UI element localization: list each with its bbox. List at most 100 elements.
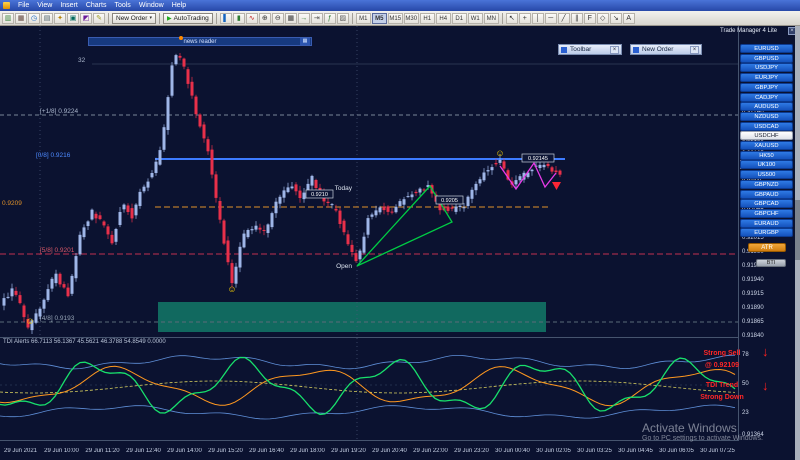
equidistant-channel-icon[interactable]: ∥ (570, 12, 583, 24)
symbol-button-gbpjpy[interactable]: GBPJPY (740, 82, 793, 92)
window-icon (561, 46, 567, 53)
profiles-icon[interactable]: ▦ (15, 12, 27, 24)
price-axis-label: 0.91865 (742, 319, 764, 325)
symbol-button-hk50[interactable]: HK50 (740, 150, 793, 160)
zoom-out-icon[interactable]: ⊖ (271, 12, 284, 24)
symbol-button-xauusd[interactable]: XAUUSD (740, 141, 793, 150)
timeframe-m15[interactable]: M15 (387, 12, 403, 24)
symbol-button-usdjpy[interactable]: USDJPY (740, 63, 793, 73)
menu-tools[interactable]: Tools (110, 2, 134, 9)
bar-chart-icon[interactable]: ▌ (219, 12, 232, 24)
vertical-scrollbar[interactable] (795, 26, 800, 460)
symbol-button-gbpcad[interactable]: GBPCAD (740, 199, 793, 209)
time-axis[interactable]: 29 Jun 2021 29 Jun 10:00 29 Jun 11:20 29 Ju… (0, 442, 738, 460)
news-marker-icon (179, 36, 183, 40)
signal-block: Strong Sell @ 0.92109 TDI Trend Strong D… (684, 348, 760, 404)
data-window-icon[interactable]: ▤ (41, 12, 53, 24)
svg-text:[0/8] 0.9216: [0/8] 0.9216 (36, 152, 71, 159)
menu-window[interactable]: Window (135, 2, 168, 9)
svg-text:32: 32 (78, 57, 86, 64)
toolbar-separator (501, 12, 503, 24)
symbol-button-eurusd[interactable]: EURUSD (740, 44, 793, 53)
svg-text:☺: ☺ (25, 316, 34, 326)
vertical-line-icon[interactable]: │ (531, 12, 544, 24)
tile-windows-icon[interactable]: ▦ (284, 12, 297, 24)
templates-icon[interactable]: ▨ (336, 12, 349, 24)
timeframe-h4[interactable]: H4 (435, 12, 451, 24)
menu-file[interactable]: File (14, 2, 33, 9)
cursor-icon[interactable]: ↖ (505, 12, 518, 24)
indicators-icon[interactable]: ƒ (323, 12, 336, 24)
news-reader-expand-icon[interactable]: ▦ (300, 38, 310, 45)
trendline-icon[interactable]: ╱ (557, 12, 570, 24)
timeframe-m5[interactable]: M5 (371, 12, 387, 24)
menu-bar: File View Insert Charts Tools Window Help (0, 0, 800, 11)
auto-scroll-icon[interactable]: → (297, 12, 310, 24)
price-axis-label: 0.91915 (742, 291, 764, 297)
strategy-tester-icon[interactable]: ◩ (80, 12, 92, 24)
scrollbar-thumb[interactable] (795, 199, 800, 260)
timeframe-w1[interactable]: W1 (467, 12, 483, 24)
symbol-button-nzdusd[interactable]: NZDUSD (740, 111, 793, 121)
symbol-button-euraud[interactable]: EURAUD (740, 218, 793, 228)
bti-button[interactable]: BTI (756, 259, 786, 267)
symbol-button-usdchf[interactable]: USDCHF (740, 131, 793, 141)
metaeditor-icon[interactable]: ✎ (93, 12, 105, 24)
symbol-button-us500[interactable]: US500 (740, 170, 793, 180)
terminal-icon[interactable]: ▣ (67, 12, 79, 24)
horizontal-line-icon[interactable]: ─ (544, 12, 557, 24)
time-axis-label: 29 Jun 12:40 (126, 448, 161, 454)
time-axis-label: 29 Jun 22:00 (413, 448, 448, 454)
symbol-button-uk100[interactable]: UK100 (740, 160, 793, 170)
watermark-subtitle: Go to PC settings to activate Windows. (642, 435, 763, 442)
symbol-button-eurgbp[interactable]: EURGBP (740, 228, 793, 238)
symbol-button-gbpnzd[interactable]: GBPNZD (740, 179, 793, 189)
market-watch-icon[interactable]: ◷ (28, 12, 40, 24)
arrows-icon[interactable]: ↘ (609, 12, 622, 24)
menu-insert[interactable]: Insert (56, 2, 82, 9)
atr-button[interactable]: ATR (748, 243, 786, 252)
time-axis-label: 29 Jun 15:20 (208, 448, 243, 454)
navigator-icon[interactable]: ✦ (54, 12, 66, 24)
line-chart-icon[interactable]: ∿ (245, 12, 258, 24)
crosshair-icon[interactable]: + (518, 12, 531, 24)
autotrading-button[interactable]: ▶ AutoTrading (162, 12, 213, 24)
floating-new-order-window[interactable]: New Order × (630, 44, 702, 55)
symbol-button-usdcad[interactable]: USDCAD (740, 121, 793, 131)
new-order-button[interactable]: New Order ▾ (112, 12, 156, 24)
symbol-button-gbpaud[interactable]: GBPAUD (740, 189, 793, 199)
timeframe-mn[interactable]: MN (483, 12, 499, 24)
fibonacci-icon[interactable]: F (583, 12, 596, 24)
close-icon[interactable]: × (610, 45, 619, 54)
chart-shift-icon[interactable]: ⇥ (310, 12, 323, 24)
menu-help[interactable]: Help (168, 2, 190, 9)
floating-toolbar-title: Toolbar (570, 46, 592, 53)
timeframe-h1[interactable]: H1 (419, 12, 435, 24)
timeframe-m1[interactable]: M1 (355, 12, 371, 24)
trade-manager-titlebar: Trade Manager 4 Lite × (720, 27, 796, 35)
tdi-indicator-panel[interactable]: TDI Alerts 66.7113 56.1367 45.5621 46.37… (0, 337, 738, 442)
symbol-button-audusd[interactable]: AUDUSD (740, 102, 793, 112)
symbol-button-eurjpy[interactable]: EURJPY (740, 73, 793, 83)
zoom-in-icon[interactable]: ⊕ (258, 12, 271, 24)
time-axis-label: 30 Jun 06:05 (659, 448, 694, 454)
news-reader-bar[interactable]: news reader ▦ (88, 36, 312, 46)
indicator-header: TDI Alerts 66.7113 56.1367 45.5621 46.37… (3, 339, 166, 345)
symbol-button-cadjpy[interactable]: CADJPY (740, 92, 793, 102)
menu-charts[interactable]: Charts (82, 2, 111, 9)
time-axis-label: 29 Jun 14:00 (167, 448, 202, 454)
symbol-button-gbpusd[interactable]: GBPUSD (740, 53, 793, 63)
new-chart-icon[interactable]: ▥ (2, 12, 14, 24)
timeframe-m30[interactable]: M30 (403, 12, 419, 24)
chart-area[interactable]: 32 [+1/8] 0.9224 [0/8] 0.9216 0.9209 [5/8] 0… (0, 26, 738, 336)
candlestick-chart-icon[interactable]: ▮ (232, 12, 245, 24)
floating-toolbar-window[interactable]: Toolbar × (558, 44, 622, 55)
menu-view[interactable]: View (33, 2, 56, 9)
timeframe-d1[interactable]: D1 (451, 12, 467, 24)
shapes-icon[interactable]: ◇ (596, 12, 609, 24)
close-icon[interactable]: × (690, 45, 699, 54)
text-label-icon[interactable]: A (622, 12, 635, 24)
time-axis-label: 30 Jun 00:40 (495, 448, 530, 454)
symbol-button-gbpchf[interactable]: GBPCHF (740, 208, 793, 218)
time-axis-label: 30 Jun 04:45 (618, 448, 653, 454)
